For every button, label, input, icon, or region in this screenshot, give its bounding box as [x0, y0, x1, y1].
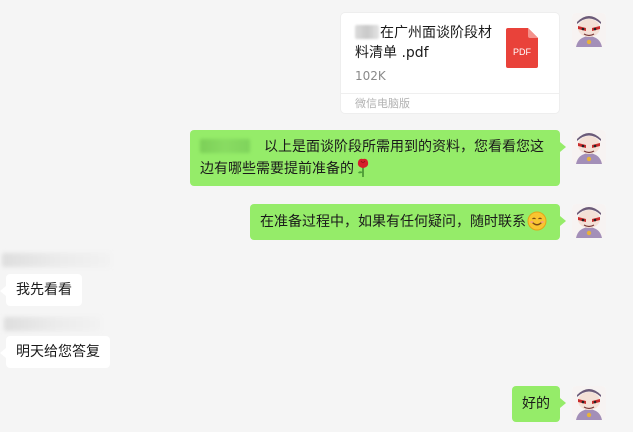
file-source: 微信电脑版 [355, 97, 410, 110]
message-text: 我先看看 [16, 282, 72, 298]
redacted-text [355, 25, 379, 39]
message-bubble-received[interactable]: 我先看看 [0, 274, 82, 306]
message-text: 以上是面谈阶段所需用到的资料，您看看您这边有哪些需要提前准备的 [200, 139, 544, 177]
message-bubble-sent[interactable]: 好的 [512, 386, 566, 422]
redacted-text [200, 139, 250, 153]
file-message-card[interactable]: 在广州面谈阶段材料清单 .pdf 102K PDF 微信电脑版 [341, 13, 559, 113]
message-text: 在准备过程中，如果有任何疑问，随时联系 [260, 214, 526, 230]
self-avatar[interactable] [572, 204, 606, 238]
message-bubble-sent[interactable]: 以上是面谈阶段所需用到的资料，您看看您这边有哪些需要提前准备的 [190, 130, 566, 186]
rose-icon [356, 158, 370, 178]
self-avatar[interactable] [572, 13, 606, 47]
pdf-file-icon: PDF [506, 28, 538, 68]
svg-text:PDF: PDF [513, 47, 532, 57]
chat-area: 在广州面谈阶段材料清单 .pdf 102K PDF 微信电脑版 以上是面谈阶段所… [0, 0, 633, 432]
sender-name [2, 253, 110, 267]
file-size: 102K [355, 69, 386, 83]
message-text: 好的 [522, 396, 550, 412]
self-avatar[interactable] [572, 130, 606, 164]
message-bubble-received[interactable]: 明天给您答复 [0, 336, 110, 368]
message-bubble-sent[interactable]: 在准备过程中，如果有任何疑问，随时联系 [250, 204, 566, 240]
smile-icon [527, 211, 547, 231]
self-avatar[interactable] [572, 386, 606, 420]
file-name: 在广州面谈阶段材料清单 .pdf [355, 23, 505, 63]
sender-name [4, 317, 100, 331]
divider [341, 93, 559, 94]
message-text: 明天给您答复 [16, 344, 100, 360]
